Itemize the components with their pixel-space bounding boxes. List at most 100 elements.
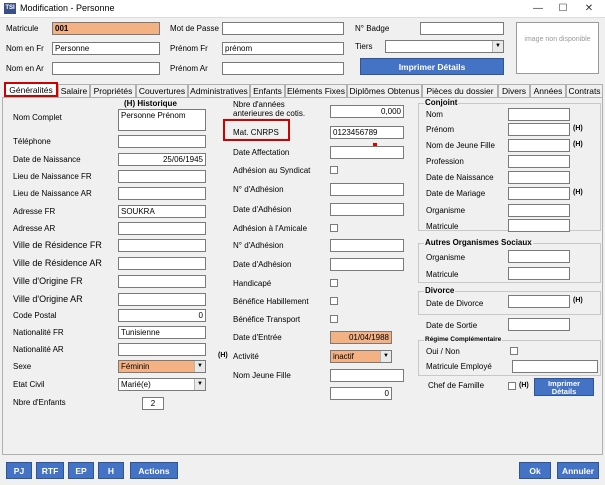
conjoint-date-mariage-field[interactable] xyxy=(508,187,570,200)
nom-complet-label: Nom Complet xyxy=(13,113,62,122)
rtf-button[interactable]: RTF xyxy=(36,462,64,479)
tab-enfants[interactable]: Enfants xyxy=(250,84,285,97)
nom-fr-field[interactable]: Personne xyxy=(52,42,160,55)
conjoint-nom-field[interactable] xyxy=(508,108,570,121)
conjoint-profession-label: Profession xyxy=(426,157,464,166)
tab-administratives[interactable]: Administratives xyxy=(188,84,250,97)
code-postal-field[interactable]: 0 xyxy=(118,309,206,322)
date-naissance-field[interactable]: 25/06/1945 xyxy=(118,153,206,166)
ville-orig-ar-field[interactable] xyxy=(118,293,206,306)
nom-ar-field[interactable] xyxy=(52,62,160,75)
tab-pieces[interactable]: Pièces du dossier xyxy=(422,84,498,97)
adresse-ar-field[interactable] xyxy=(118,222,206,235)
date-adhesion2-field[interactable] xyxy=(330,258,404,271)
tiers-select[interactable]: ▼ xyxy=(385,40,504,53)
date-sortie-label: Date de Sortie xyxy=(426,321,478,330)
benef-habillement-checkbox[interactable] xyxy=(330,297,338,305)
matricule-field[interactable]: 001 xyxy=(52,22,160,35)
conjoint-nom-jf-label: Nom de Jeune Fille xyxy=(426,141,495,150)
last-value-field[interactable]: 0 xyxy=(330,387,392,400)
maximize-icon[interactable]: ☐ xyxy=(552,0,574,18)
conjoint-date-naissance-field[interactable] xyxy=(508,171,570,184)
imprimer-details-conjoint-button[interactable]: Imprimer Détails xyxy=(534,378,594,396)
chevron-down-icon: ▼ xyxy=(194,361,205,372)
autres-matricule-field[interactable] xyxy=(508,267,570,280)
annuler-button[interactable]: Annuler xyxy=(557,462,599,479)
badge-field[interactable] xyxy=(420,22,504,35)
tab-diplomes[interactable]: Diplômes Obtenus xyxy=(347,84,422,97)
benef-transport-label: Bénéfice Transport xyxy=(233,315,301,324)
matricule-employe-field[interactable] xyxy=(512,360,598,373)
title-bar: TSI Modification - Personne — ☐ ✕ xyxy=(0,0,605,18)
handicape-checkbox[interactable] xyxy=(330,279,338,287)
close-icon[interactable]: ✕ xyxy=(578,0,600,18)
nbre-enfants-field[interactable]: 2 xyxy=(142,397,164,410)
nbre-annees-field[interactable]: 0,000 xyxy=(330,105,404,118)
conjoint-matricule-field[interactable] xyxy=(508,219,570,232)
photo-placeholder[interactable]: image non disponible xyxy=(516,22,599,74)
adhesion-amicale-checkbox[interactable] xyxy=(330,224,338,232)
tab-annees[interactable]: Années xyxy=(530,84,566,97)
conjoint-nom-jf-field[interactable] xyxy=(508,139,570,152)
adhesion-syndicat-checkbox[interactable] xyxy=(330,166,338,174)
ok-button[interactable]: Ok xyxy=(519,462,551,479)
pj-button[interactable]: PJ xyxy=(6,462,32,479)
nom-fr-label: Nom en Fr xyxy=(6,44,44,53)
tab-contrats[interactable]: Contrats xyxy=(566,84,603,97)
n-adhesion1-field[interactable] xyxy=(330,183,404,196)
date-adhesion1-label: Date d'Adhésion xyxy=(233,205,292,214)
adhesion-amicale-label: Adhésion à l'Amicale xyxy=(233,224,308,233)
conjoint-nom-jf-history[interactable]: (H) xyxy=(573,141,583,148)
mat-cnrps-field[interactable]: 0123456789 xyxy=(330,126,404,139)
date-divorce-field[interactable] xyxy=(508,295,570,308)
lieu-naissance-fr-field[interactable] xyxy=(118,170,206,183)
imprimer-details-button[interactable]: Imprimer Détails xyxy=(360,58,504,75)
minimize-icon[interactable]: — xyxy=(527,0,549,18)
prenom-fr-field[interactable]: prénom xyxy=(222,42,344,55)
mot-de-passe-field[interactable] xyxy=(222,22,344,35)
conjoint-date-mariage-history[interactable]: (H) xyxy=(573,189,583,196)
autres-organisme-field[interactable] xyxy=(508,250,570,263)
nom-jeune-fille-label: Nom Jeune Fille xyxy=(233,371,291,380)
tab-elements-fixes[interactable]: Eléments Fixes xyxy=(285,84,347,97)
ville-orig-fr-field[interactable] xyxy=(118,275,206,288)
ep-button[interactable]: EP xyxy=(68,462,94,479)
chef-famille-checkbox[interactable] xyxy=(508,382,516,390)
date-entree-field[interactable]: 01/04/1988 xyxy=(330,331,392,344)
benef-transport-checkbox[interactable] xyxy=(330,315,338,323)
lieu-naissance-ar-field[interactable] xyxy=(118,187,206,200)
nom-complet-field[interactable]: Personne Prénom xyxy=(118,109,206,131)
conjoint-organisme-field[interactable] xyxy=(508,204,570,217)
date-divorce-history[interactable]: (H) xyxy=(573,297,583,304)
tab-divers[interactable]: Divers xyxy=(498,84,530,97)
code-postal-label: Code Postal xyxy=(13,311,57,320)
conjoint-profession-field[interactable] xyxy=(508,155,570,168)
n-adhesion2-field[interactable] xyxy=(330,239,404,252)
tab-salaire[interactable]: Salaire xyxy=(58,84,90,97)
date-adhesion1-field[interactable] xyxy=(330,203,404,216)
tab-generalites[interactable]: Généralités xyxy=(4,82,58,97)
adresse-fr-field[interactable]: SOUKRA xyxy=(118,205,206,218)
date-affectation-field[interactable] xyxy=(330,146,404,159)
ville-res-ar-field[interactable] xyxy=(118,257,206,270)
conjoint-prenom-history[interactable]: (H) xyxy=(573,125,583,132)
tab-proprietes[interactable]: Propriétés xyxy=(90,84,136,97)
nationalite-fr-field[interactable]: Tunisienne xyxy=(118,326,206,339)
sexe-select[interactable]: Féminin ▼ xyxy=(118,360,206,373)
tab-couvertures[interactable]: Couvertures xyxy=(136,84,188,97)
date-sortie-field[interactable] xyxy=(508,318,570,331)
sexe-history-mark[interactable]: (H) xyxy=(218,352,228,359)
telephone-field[interactable] xyxy=(118,135,206,148)
nationalite-ar-field[interactable] xyxy=(118,343,206,356)
actions-button[interactable]: Actions xyxy=(130,462,178,479)
ville-res-fr-field[interactable] xyxy=(118,239,206,252)
regime-checkbox[interactable] xyxy=(510,347,518,355)
chef-famille-history[interactable]: (H) xyxy=(519,382,529,389)
activite-select[interactable]: inactif ▼ xyxy=(330,350,392,363)
h-button[interactable]: H xyxy=(98,462,124,479)
conjoint-prenom-field[interactable] xyxy=(508,123,570,136)
date-adhesion2-label: Date d'Adhésion xyxy=(233,260,292,269)
etat-civil-select[interactable]: Marié(e) ▼ xyxy=(118,378,206,391)
prenom-ar-field[interactable] xyxy=(222,62,344,75)
nom-jeune-fille-field[interactable] xyxy=(330,369,404,382)
